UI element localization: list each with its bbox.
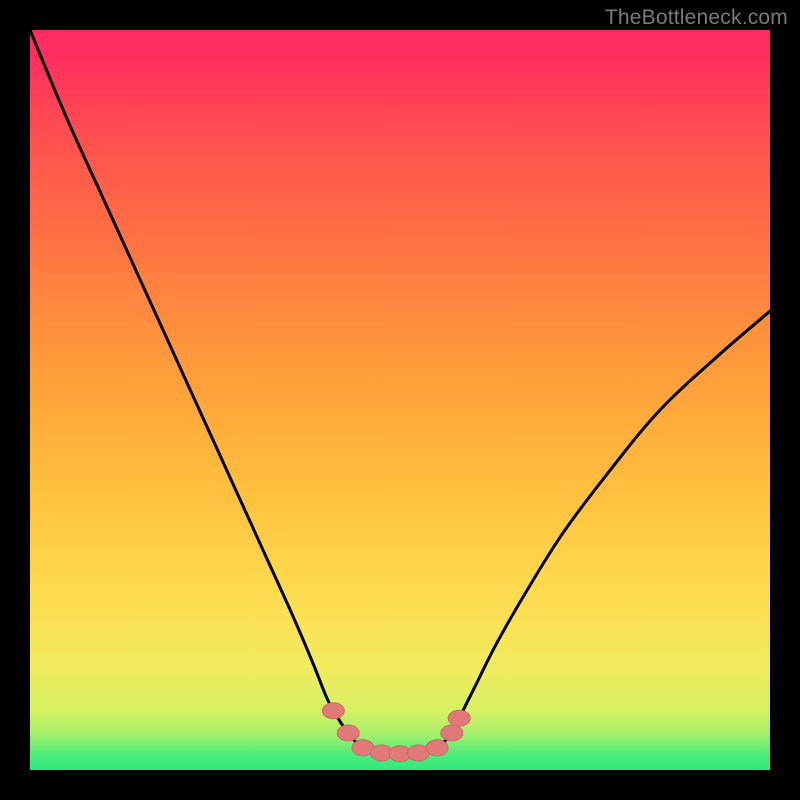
marker-dot: [337, 725, 359, 741]
valley-markers: [322, 703, 470, 762]
chart-stage: TheBottleneck.com: [0, 0, 800, 800]
marker-dot: [322, 703, 344, 719]
watermark-text: TheBottleneck.com: [605, 6, 788, 30]
curve-line: [30, 30, 770, 754]
marker-dot: [426, 740, 448, 756]
marker-dot: [448, 710, 470, 726]
marker-dot: [441, 725, 463, 741]
bottleneck-curve: [30, 30, 770, 770]
